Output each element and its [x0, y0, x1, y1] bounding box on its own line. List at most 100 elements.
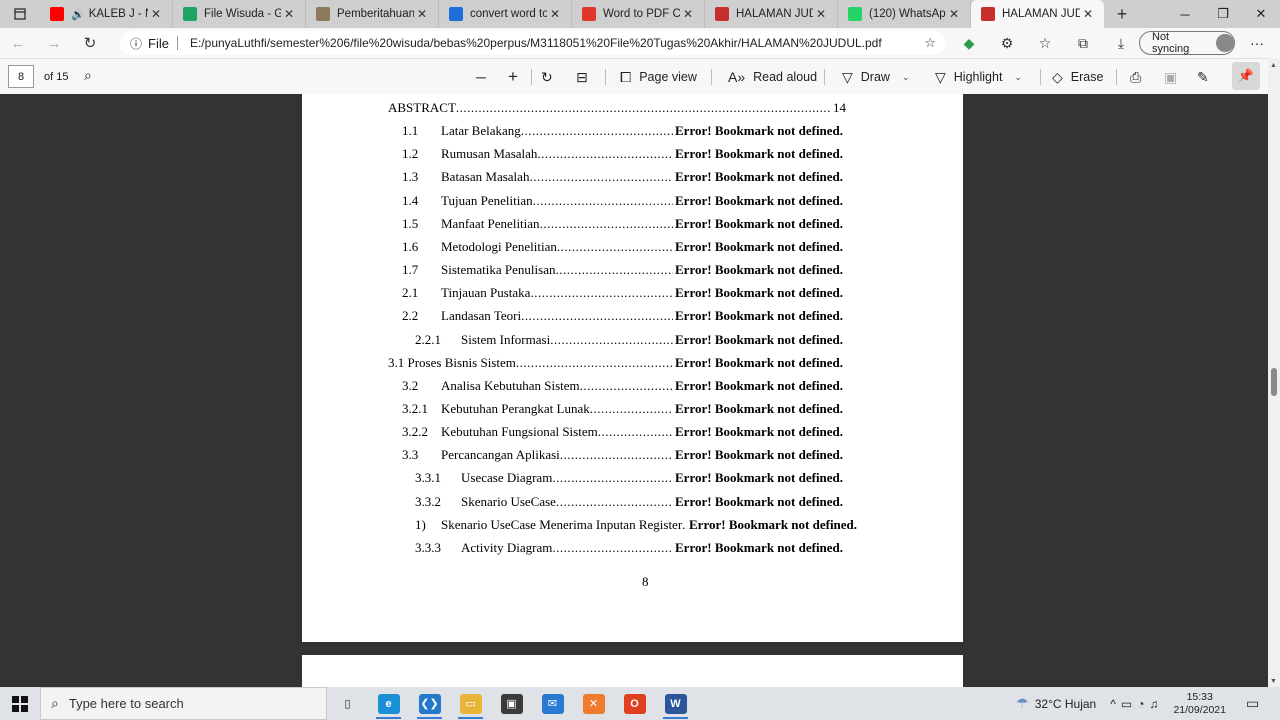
pdf-viewer[interactable]: ABSTRACT................................…	[0, 94, 1268, 687]
close-tab-icon[interactable]: ✕	[1080, 7, 1096, 21]
toc-entry[interactable]: 2.1 Tinjauan Pustaka.....................…	[302, 283, 963, 301]
print-button[interactable]: ⎙	[1130, 59, 1149, 95]
pin-toolbar-button[interactable]: 📌	[1232, 62, 1260, 90]
profile-sync-button[interactable]: Not syncing	[1139, 31, 1235, 55]
toc-entry[interactable]: 3.3.3 Activity Diagram...................…	[302, 538, 963, 556]
toc-entry[interactable]: 3.2.2 Kebutuhan Fungsional Sistem........…	[302, 422, 963, 440]
toolbar-divider	[1040, 69, 1041, 85]
toc-entry[interactable]: 1.1 Latar Belakang.......................…	[302, 121, 963, 139]
draw-button[interactable]: ▽ Draw ⌄	[842, 59, 910, 95]
tab-6[interactable]: (120) WhatsApp ✕	[838, 0, 971, 28]
toc-entry[interactable]: 3.1 Proses Bisnis Sistem................…	[302, 353, 963, 371]
toc-entry[interactable]: 3.3 Percancangan Aplikasi................…	[302, 445, 963, 463]
toc-page-ref: Error! Bookmark not defined.	[675, 331, 844, 347]
more-options-icon[interactable]: ···	[1244, 28, 1270, 58]
rotate-button[interactable]: ↻	[541, 59, 561, 95]
toc-number: 1)	[415, 516, 426, 532]
toolbar-divider	[824, 69, 825, 85]
scrollbar-thumb[interactable]	[1271, 368, 1277, 396]
close-tab-icon[interactable]: ✕	[148, 7, 164, 21]
toc-entry[interactable]: 1.6 Metodologi Penelitian................…	[302, 237, 963, 255]
tab-0[interactable]: 🔊KALEB J - NO✕	[40, 0, 173, 28]
fit-page-button[interactable]: ⊟	[576, 59, 596, 95]
tab-2[interactable]: Pemberitahuan Lu✕	[306, 0, 439, 28]
toc-entry[interactable]: 1.3 Batasan Masalah......................…	[302, 167, 963, 185]
close-tab-icon[interactable]: ✕	[946, 7, 962, 21]
toc-entry[interactable]: 3.2.1 Kebutuhan Perangkat Lunak..........…	[302, 399, 963, 417]
taskbar-app-button[interactable]: ✕	[573, 687, 614, 720]
new-tab-button[interactable]: +	[1104, 0, 1140, 28]
chevron-down-icon[interactable]: ⌄	[1014, 72, 1022, 83]
close-tab-icon[interactable]: ✕	[281, 7, 297, 21]
toc-page-ref: Error! Bookmark not defined.	[675, 308, 844, 324]
save-as-button[interactable]: ✎	[1197, 59, 1217, 95]
minimize-button[interactable]: ─	[1166, 0, 1204, 28]
taskbar-app-button[interactable]: W	[655, 687, 696, 720]
taskbar-app-button[interactable]: ▣	[491, 687, 532, 720]
info-icon[interactable]: ⓘ	[130, 35, 142, 52]
taskbar-app-button[interactable]: ▯	[327, 687, 368, 720]
notification-icon[interactable]: ▭	[1246, 695, 1270, 712]
speaker-icon[interactable]: 🔊	[71, 8, 85, 21]
toc-entry[interactable]: 1.7 Sistematika Penulisan................…	[302, 260, 963, 278]
zoom-out-button[interactable]: ─	[476, 59, 494, 95]
close-tab-icon[interactable]: ✕	[813, 7, 829, 21]
start-button[interactable]	[0, 687, 40, 720]
toc-page-ref: Error! Bookmark not defined.	[675, 400, 844, 416]
scroll-down-icon[interactable]: ▼	[1270, 678, 1277, 685]
toc-entry[interactable]: 1.5 Manfaat Penelitian...................…	[302, 214, 963, 232]
taskbar-app-button[interactable]: e	[368, 687, 409, 720]
tab-7[interactable]: HALAMAN JUDUL✕	[971, 0, 1104, 28]
close-tab-icon[interactable]: ✕	[547, 7, 563, 21]
toc-entry[interactable]: 1) Skenario UseCase Menerima Inputan Regi…	[302, 515, 963, 533]
scroll-up-icon[interactable]: ▲	[1270, 62, 1277, 69]
clock[interactable]: 15:33 21/09/2021	[1173, 691, 1226, 717]
downloads-icon[interactable]: ⤓	[1102, 35, 1140, 52]
extension-icon[interactable]: ◆	[950, 35, 988, 52]
page-view-button[interactable]: ⧠ Page view	[620, 59, 697, 95]
refresh-button[interactable]: ↻	[72, 28, 108, 58]
close-tab-icon[interactable]: ✕	[680, 7, 696, 21]
toc-entry[interactable]: 2.2 Landasan Teori.......................…	[302, 306, 963, 324]
forward-button[interactable]: →	[36, 28, 72, 58]
tab-3[interactable]: convert word to p✕	[439, 0, 572, 28]
url-input[interactable]: ⓘ File E:/punyaLuthfi/semester%206/file%…	[120, 31, 946, 55]
tab-1[interactable]: File Wisuda - Goo✕	[173, 0, 306, 28]
read-aloud-button[interactable]: A» Read aloud	[728, 59, 817, 95]
tab-actions-icon	[14, 8, 26, 20]
toc-entry[interactable]: 1.2 Rumusan Masalah......................…	[302, 144, 963, 162]
search-icon[interactable]: ⌕	[84, 67, 92, 84]
toolbar-divider	[711, 69, 712, 85]
taskbar-app-button[interactable]: ❮❯	[409, 687, 450, 720]
tab-5[interactable]: HALAMAN JUDUL✕	[705, 0, 838, 28]
vertical-scrollbar[interactable]: ▲ ▼	[1268, 58, 1280, 687]
taskbar-app-button[interactable]: ▭	[450, 687, 491, 720]
toc-entry[interactable]: 2.2.1 Sistem Informasi...................…	[302, 330, 963, 348]
toc-entry[interactable]: ABSTRACT................................…	[302, 98, 963, 116]
collections-icon[interactable]: ⧉	[1064, 35, 1102, 52]
erase-button[interactable]: ◇ Erase	[1052, 59, 1103, 95]
page-number-input[interactable]: 8	[8, 65, 34, 88]
weather-widget[interactable]: ☂ 32°C Hujan	[1016, 695, 1096, 712]
highlight-button[interactable]: ▽ Highlight ⌄	[935, 59, 1022, 95]
taskbar-app-button[interactable]: ✉	[532, 687, 573, 720]
save-button[interactable]: ▣	[1164, 59, 1185, 95]
back-button[interactable]: ←	[0, 28, 36, 58]
taskbar-app-button[interactable]: O	[614, 687, 655, 720]
toc-entry[interactable]: 3.3.2 Skenario UseCase...................…	[302, 492, 963, 510]
taskbar-search-input[interactable]: ⌕ Type here to search	[40, 687, 327, 720]
favorite-add-icon[interactable]: ☆	[924, 35, 936, 51]
close-window-button[interactable]: ✕	[1242, 0, 1280, 28]
favorites-icon[interactable]: ☆	[1026, 35, 1064, 52]
close-tab-icon[interactable]: ✕	[414, 7, 430, 21]
toc-entry[interactable]: 1.4 Tujuan Penelitian....................…	[302, 191, 963, 209]
maximize-button[interactable]: ❐	[1204, 0, 1242, 28]
toc-entry[interactable]: 3.3.1 Usecase Diagram....................…	[302, 468, 963, 486]
chevron-down-icon[interactable]: ⌄	[902, 72, 910, 83]
tab-actions-button[interactable]	[0, 0, 40, 28]
zoom-in-button[interactable]: +	[508, 59, 526, 95]
extensions-puzzle-icon[interactable]: ⚙	[988, 35, 1026, 52]
toc-entry[interactable]: 3.2 Analisa Kebutuhan Sistem.............…	[302, 376, 963, 394]
tab-4[interactable]: Word to PDF Conv✕	[572, 0, 705, 28]
tray-icons[interactable]: ^▭◔♫	[1110, 697, 1163, 711]
